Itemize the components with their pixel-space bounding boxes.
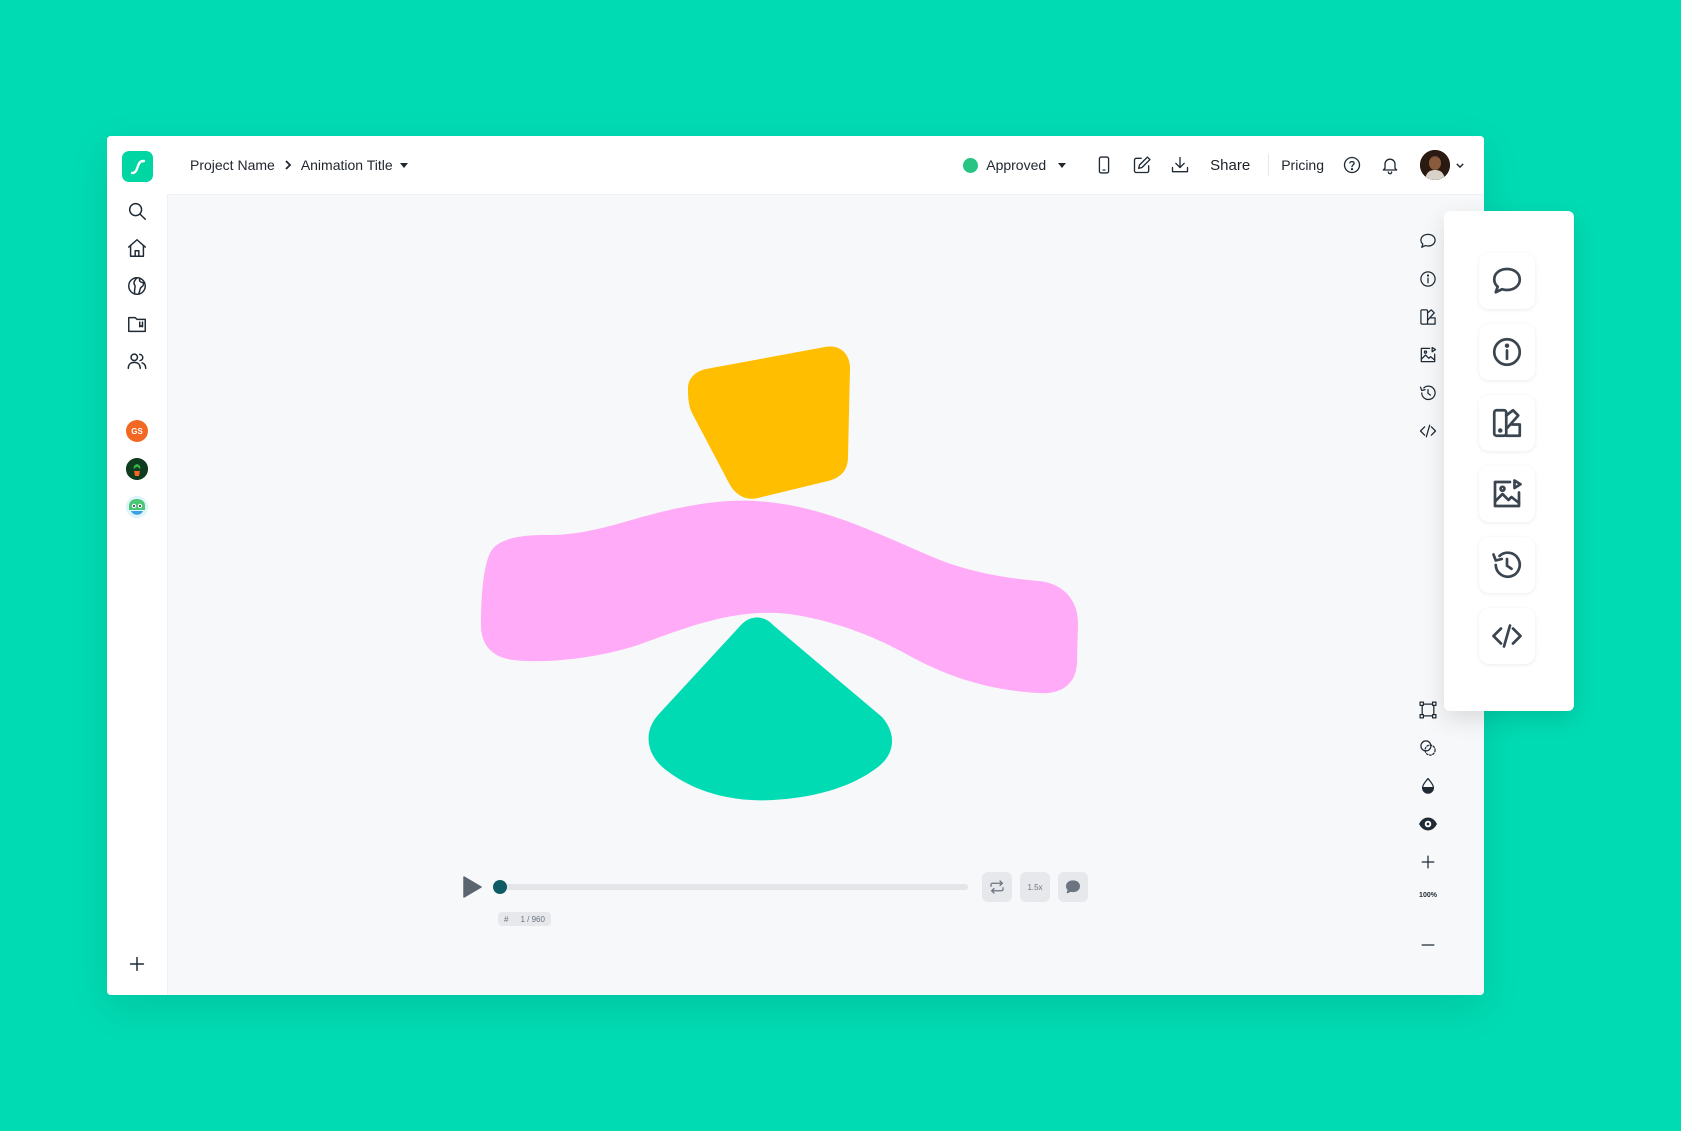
fill-icon[interactable] (1415, 773, 1441, 799)
download-icon[interactable] (1168, 153, 1192, 177)
canvas[interactable]: 100% 1.5x # 1 / 960 (168, 195, 1484, 995)
code-icon[interactable] (1415, 418, 1441, 444)
history-icon[interactable] (1415, 380, 1441, 406)
theme-icon[interactable] (1415, 304, 1441, 330)
breadcrumb-animation[interactable]: Animation Title (301, 157, 393, 173)
play-icon[interactable] (461, 875, 483, 904)
breadcrumb: Project Name Animation Title (190, 136, 408, 194)
timeline-scrubber[interactable] (493, 880, 507, 894)
loop-icon[interactable] (982, 872, 1012, 902)
chevron-down-icon[interactable] (1456, 161, 1464, 169)
users-icon[interactable] (125, 349, 149, 373)
folder-icon[interactable] (125, 312, 149, 336)
edit-icon[interactable] (1130, 153, 1154, 177)
info-icon[interactable] (1415, 266, 1441, 292)
pricing-link[interactable]: Pricing (1281, 157, 1324, 173)
zoom-out-icon[interactable] (1415, 932, 1441, 958)
app-window: GS Project Name Animation Title Approved (107, 136, 1484, 995)
zoom-in-icon[interactable] (1415, 849, 1441, 875)
comment-icon[interactable] (1479, 253, 1535, 309)
frame-hash: # (504, 914, 509, 924)
status-dropdown[interactable]: Approved (963, 157, 1067, 173)
globe-icon[interactable] (125, 274, 149, 298)
code-icon[interactable] (1479, 608, 1535, 664)
bounding-box-icon[interactable] (1415, 697, 1441, 723)
chevron-right-icon (283, 160, 293, 170)
teal-shape (648, 617, 893, 801)
speed-button[interactable]: 1.5x (1020, 872, 1050, 902)
status-dot (963, 157, 979, 173)
workspace-avatar-bird[interactable] (126, 496, 148, 518)
lottie-logo-icon[interactable] (122, 151, 153, 182)
workspace-avatar-plant[interactable] (126, 458, 148, 480)
user-avatar[interactable] (1420, 150, 1450, 180)
help-icon[interactable] (1340, 153, 1364, 177)
device-preview-icon[interactable] (1092, 153, 1116, 177)
plus-icon[interactable] (125, 952, 149, 976)
workspace-avatar-gs[interactable]: GS (126, 420, 148, 442)
left-sidebar: GS (107, 136, 168, 995)
animation-artwork (481, 346, 1078, 801)
search-icon[interactable] (125, 199, 149, 223)
speed-label: 1.5x (1027, 882, 1043, 892)
yellow-shape (688, 346, 850, 499)
timeline-track[interactable] (497, 884, 968, 890)
status-label: Approved (986, 157, 1047, 173)
share-button[interactable]: Share (1210, 157, 1250, 174)
caret-down-icon[interactable] (399, 162, 408, 168)
info-icon[interactable] (1479, 324, 1535, 380)
comment-icon[interactable] (1415, 228, 1441, 254)
top-bar-actions: Approved Share Pricing (963, 136, 1464, 194)
top-bar: Project Name Animation Title Approved Sh… (167, 136, 1484, 195)
frame-counter: # 1 / 960 (498, 912, 551, 926)
home-icon[interactable] (125, 236, 149, 260)
zoom-level: 100% (1419, 892, 1437, 899)
layers-icon[interactable] (1415, 735, 1441, 761)
image-export-icon[interactable] (1415, 342, 1441, 368)
image-export-icon[interactable] (1479, 466, 1535, 522)
history-icon[interactable] (1479, 537, 1535, 593)
breadcrumb-project[interactable]: Project Name (190, 157, 275, 173)
comment-toggle-icon[interactable] (1058, 872, 1088, 902)
frame-counter-value: 1 / 960 (520, 914, 545, 924)
theme-icon[interactable] (1479, 395, 1535, 451)
side-panel (1444, 211, 1574, 711)
bell-icon[interactable] (1378, 153, 1402, 177)
divider (1268, 154, 1270, 176)
eye-icon[interactable] (1415, 811, 1441, 837)
caret-down-icon (1058, 162, 1067, 168)
